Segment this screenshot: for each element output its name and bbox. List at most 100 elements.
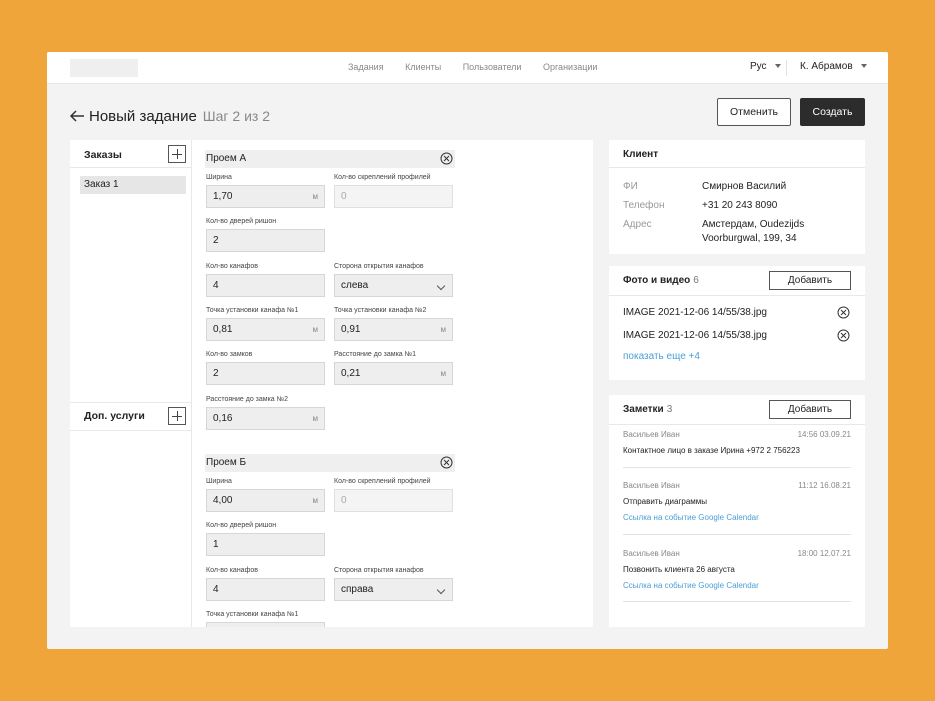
divider [609,424,865,425]
field-label: Кол-во дверей ришон [206,522,277,529]
field-label: Кол-во дверей ришон [206,218,277,225]
client-card: Клиент ФИ Смирнов Василий Телефон +31 20… [609,140,865,254]
field-value: 4 [213,584,219,595]
card-title: Фото и видео 6 [623,275,699,286]
page-title: Новый задание [89,107,197,125]
nav-clients[interactable]: Клиенты [405,62,441,72]
add-media-button[interactable]: Добавить [769,271,851,290]
arrow-left-icon[interactable] [69,109,85,123]
unit-label: м [312,325,319,334]
field-label: Расстояние до замка №2 [206,396,289,403]
add-service-button[interactable] [168,407,186,425]
cancel-button[interactable]: Отменить [717,98,791,126]
field-label: Сторона открытия канафов [334,263,424,270]
divider [623,467,851,468]
page-header: Новый задание Шаг 2 из 2 [69,104,270,128]
field-value: 2 [213,368,219,379]
orders-title: Заказы [84,149,122,161]
divider [70,430,192,431]
order-item[interactable]: Заказ 1 [80,176,186,194]
unit-label: м [312,192,319,201]
add-note-button[interactable]: Добавить [769,400,851,419]
lock1-distance-field[interactable]: 0,21 м [334,362,453,385]
field-label: Кол-во канафов [206,567,258,574]
close-icon[interactable] [837,306,850,319]
note-author: Васильев Иван [623,549,680,558]
note-time: 14:56 03.09.21 [797,430,851,439]
divider [609,167,865,168]
field-label: Ширина [206,174,232,181]
user-menu[interactable]: К. Абрамов [800,61,867,72]
file-name[interactable]: IMAGE 2021-12-06 14/55/38.jpg [623,307,767,318]
field-value: 0,16 [213,413,233,424]
unit-label: м [312,414,319,423]
logo[interactable] [70,59,138,77]
divider [623,534,851,535]
nav-tasks[interactable]: Задания [348,62,384,72]
note-author: Васильев Иван [623,430,680,439]
page-step: Шаг 2 из 2 [202,108,271,124]
select-value: слева [341,280,369,291]
show-more-link[interactable]: показать еще +4 [623,351,700,362]
language-select[interactable]: Рус [750,61,781,72]
file-name[interactable]: IMAGE 2021-12-06 14/55/38.jpg [623,330,767,341]
note-text: Позвонить клиента 26 августа [623,565,735,574]
fasteners-field[interactable]: 0 [334,489,453,512]
address-label: Адрес [623,219,652,230]
field-value: 1 [213,539,219,550]
canopies-field[interactable]: 4 [206,578,325,601]
phone-label: Телефон [623,200,665,211]
side-select[interactable]: слева [334,274,453,297]
close-icon[interactable] [440,456,453,469]
card-title: Клиент [623,149,659,160]
divider [70,167,192,168]
width-field[interactable]: 1,70 м [206,185,325,208]
opening-header: Проем Б [205,454,455,472]
client-phone: +31 20 243 8090 [702,200,778,211]
app-window: Задания Клиенты Пользователи Организации… [47,52,888,649]
select-value: справа [341,584,374,595]
nav-users[interactable]: Пользователи [463,62,522,72]
add-order-button[interactable] [168,145,186,163]
field-label: Точка установки канафа №2 [334,307,427,314]
point2-field[interactable]: 0,91 м [334,318,453,341]
notes-title: Заметки [623,404,664,415]
close-icon[interactable] [440,152,453,165]
field-label: Кол-во скреплений профилей [334,174,431,181]
name-label: ФИ [623,181,638,192]
field-label: Сторона открытия канафов [334,567,424,574]
calendar-link[interactable]: Ссылка на событие Google Calendar [623,581,759,590]
media-title: Фото и видео [623,275,691,286]
field-label: Кол-во замков [206,351,253,358]
point1-field[interactable] [206,622,325,627]
canopies-field[interactable]: 4 [206,274,325,297]
side-select[interactable]: справа [334,578,453,601]
chevron-down-icon [436,281,446,291]
field-placeholder: 0 [341,191,347,202]
client-name: Смирнов Василий [702,181,787,192]
fasteners-field[interactable]: 0 [334,185,453,208]
unit-label: м [440,369,447,378]
field-value: 0,91 [341,324,361,335]
divider [609,295,865,296]
note-author: Васильев Иван [623,481,680,490]
close-icon[interactable] [837,329,850,342]
nav-organizations[interactable]: Организации [543,62,597,72]
doors-field[interactable]: 1 [206,533,325,556]
locks-field[interactable]: 2 [206,362,325,385]
user-name: К. Абрамов [800,61,853,72]
field-placeholder: 0 [341,495,347,506]
field-value: 1,70 [213,191,233,202]
doors-field[interactable]: 2 [206,229,325,252]
field-value: 2 [213,235,219,246]
create-button[interactable]: Создать [800,98,865,126]
note-time: 18:00 12.07.21 [797,549,851,558]
order-panel: Заказы Заказ 1 Доп. услуги Проем А Ширин… [70,140,593,627]
note-text: Контактное лицо в заказе Ирина +972 2 75… [623,446,800,455]
width-field[interactable]: 4,00 м [206,489,325,512]
point1-field[interactable]: 0,81 м [206,318,325,341]
calendar-link[interactable]: Ссылка на событие Google Calendar [623,513,759,522]
lock2-distance-field[interactable]: 0,16 м [206,407,325,430]
divider [70,402,192,403]
opening-header: Проем А [205,150,455,168]
